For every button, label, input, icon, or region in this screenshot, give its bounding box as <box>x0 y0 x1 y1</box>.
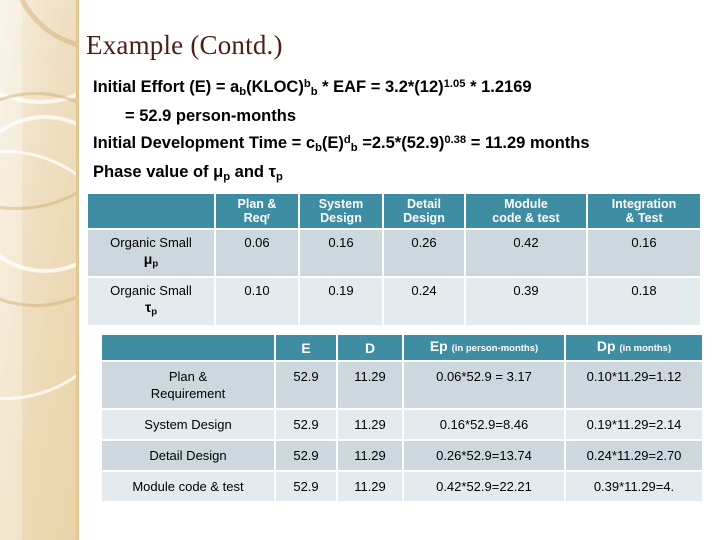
formula-line3-tail: = 11.29 months <box>466 133 590 152</box>
table1-row0-col4: 0.42 <box>466 230 586 277</box>
table1-row0-col1: 0.06 <box>216 230 298 277</box>
table-row: Plan & Requirement 52.9 11.29 0.06*52.9 … <box>102 362 702 408</box>
table1-row1-label: Organic Small τp <box>88 278 214 325</box>
table-row: Module code & test 52.9 11.29 0.42*52.9=… <box>102 472 702 501</box>
tau-p-symbol: τp <box>144 299 158 318</box>
table2-row0-label: Plan & Requirement <box>102 362 274 408</box>
table-row: Organic Small μp 0.06 0.16 0.26 0.42 0.1… <box>88 230 700 277</box>
formula-line3-mid: (E) <box>321 133 344 152</box>
table2-row0-e: 52.9 <box>276 362 336 408</box>
table1-row0-col3: 0.26 <box>384 230 464 277</box>
table2-header-dp: Dp (in months) <box>566 335 702 360</box>
slide-canvas: Example (Contd.) Initial Effort (E) = a b… <box>0 0 720 540</box>
table1-header-module-code-test: Module code & test <box>466 194 586 228</box>
table1-header-integration-test: Integration & Test <box>588 194 700 228</box>
formula-line-initial-effort: Initial Effort (E) = ab(KLOC)bb * EAF = … <box>93 72 708 104</box>
table2-row1-label: System Design <box>102 410 274 439</box>
table2-row2-ep: 0.26*52.9=13.74 <box>404 441 564 470</box>
table2-row3-dp: 0.39*11.29=4. <box>566 472 702 501</box>
slide-title: Example (Contd.) <box>86 30 283 60</box>
table2-row2-label: Detail Design <box>102 441 274 470</box>
formula-line1-sup2: 1.05 <box>443 78 466 90</box>
table2-row3-d: 11.29 <box>338 472 402 501</box>
formula-line-development-time: Initial Development Time = cb(E)db =2.5*… <box>93 128 708 160</box>
formula-line-effort-result: = 52.9 person-months <box>125 106 297 125</box>
table2-header-ep-note: (in person-months) <box>451 343 539 354</box>
table2-row2-d: 11.29 <box>338 441 402 470</box>
table2-row3-ep: 0.42*52.9=22.21 <box>404 472 564 501</box>
table2-row0-dp: 0.10*11.29=1.12 <box>566 362 702 408</box>
table1-row1-col4: 0.39 <box>466 278 586 325</box>
formula-line1-prefix: Initial Effort (E) = a <box>93 78 240 97</box>
table2-header-d: D <box>338 335 402 360</box>
formula-line4-sub2: p <box>275 170 283 183</box>
decorative-left-band <box>0 0 79 540</box>
table2-row0-ep: 0.06*52.9 = 3.17 <box>404 362 564 408</box>
table1-header-row: Plan & Reqʳ System Design Detail Design … <box>88 194 700 228</box>
table2-row1-ep: 0.16*52.9=8.46 <box>404 410 564 439</box>
table2-row1-d: 11.29 <box>338 410 402 439</box>
formula-line1-sup1: b <box>303 78 311 90</box>
phase-distribution-table: Plan & Reqʳ System Design Detail Design … <box>86 192 702 327</box>
table2-header-dp-note: (in months) <box>619 343 672 354</box>
table2-row3-label: Module code & test <box>102 472 274 501</box>
table1-row0-label: Organic Small μp <box>88 230 214 277</box>
table1-row1-col2: 0.19 <box>300 278 382 325</box>
table2-row2-e: 52.9 <box>276 441 336 470</box>
formula-line3-mid2: =2.5*(52.9) <box>357 133 445 152</box>
table2-row2-dp: 0.24*11.29=2.70 <box>566 441 702 470</box>
formula-line3-prefix: Initial Development Time = c <box>93 133 316 152</box>
table2-row0-d: 11.29 <box>338 362 402 408</box>
table1-row1-col1: 0.10 <box>216 278 298 325</box>
table1-row1-col3: 0.24 <box>384 278 464 325</box>
table1-row1-col5: 0.18 <box>588 278 700 325</box>
decorative-arc-5 <box>0 150 79 400</box>
table2-header-ep: Ep (in person-months) <box>404 335 564 360</box>
formula-line-phase-value: Phase value of μp and τp <box>93 160 708 189</box>
formula-line1-sub2: b <box>310 85 318 98</box>
formula-line3-sup2: 0.38 <box>444 133 467 146</box>
formula-line3-sub2: b <box>350 141 358 154</box>
table2-row3-e: 52.9 <box>276 472 336 501</box>
mu-p-symbol: μp <box>143 251 159 270</box>
table2-header-blank <box>102 335 274 360</box>
table-row: Organic Small τp 0.10 0.19 0.24 0.39 0.1… <box>88 278 700 325</box>
formula-line1-mid2: * EAF = 3.2*(12) <box>317 78 444 97</box>
formula-line1-mid: (KLOC) <box>246 78 304 97</box>
table1-header-plan-req: Plan & Reqʳ <box>216 194 298 228</box>
formula-line4-mid: and τ <box>230 162 276 181</box>
table-row: System Design 52.9 11.29 0.16*52.9=8.46 … <box>102 410 702 439</box>
table2-row1-e: 52.9 <box>276 410 336 439</box>
formula-block: Initial Effort (E) = ab(KLOC)bb * EAF = … <box>93 72 708 188</box>
table1-header-system-design: System Design <box>300 194 382 228</box>
table1-row0-col2: 0.16 <box>300 230 382 277</box>
formula-line1-tail: * 1.2169 <box>465 78 532 97</box>
table2-header-row: E D Ep (in person-months) Dp (in months) <box>102 335 702 360</box>
table1-header-blank <box>88 194 214 228</box>
table2-header-e: E <box>276 335 336 360</box>
formula-line3-sub1: b <box>315 141 322 154</box>
formula-line3-sup1: d <box>343 133 351 146</box>
table1-row0-col5: 0.16 <box>588 230 700 277</box>
table-row: Detail Design 52.9 11.29 0.26*52.9=13.74… <box>102 441 702 470</box>
band-right-edge <box>76 0 79 540</box>
table1-header-detail-design: Detail Design <box>384 194 464 228</box>
formula-line4-prefix: Phase value of μ <box>93 162 224 181</box>
table2-row1-dp: 0.19*11.29=2.14 <box>566 410 702 439</box>
phase-effort-duration-table: E D Ep (in person-months) Dp (in months)… <box>100 333 704 503</box>
